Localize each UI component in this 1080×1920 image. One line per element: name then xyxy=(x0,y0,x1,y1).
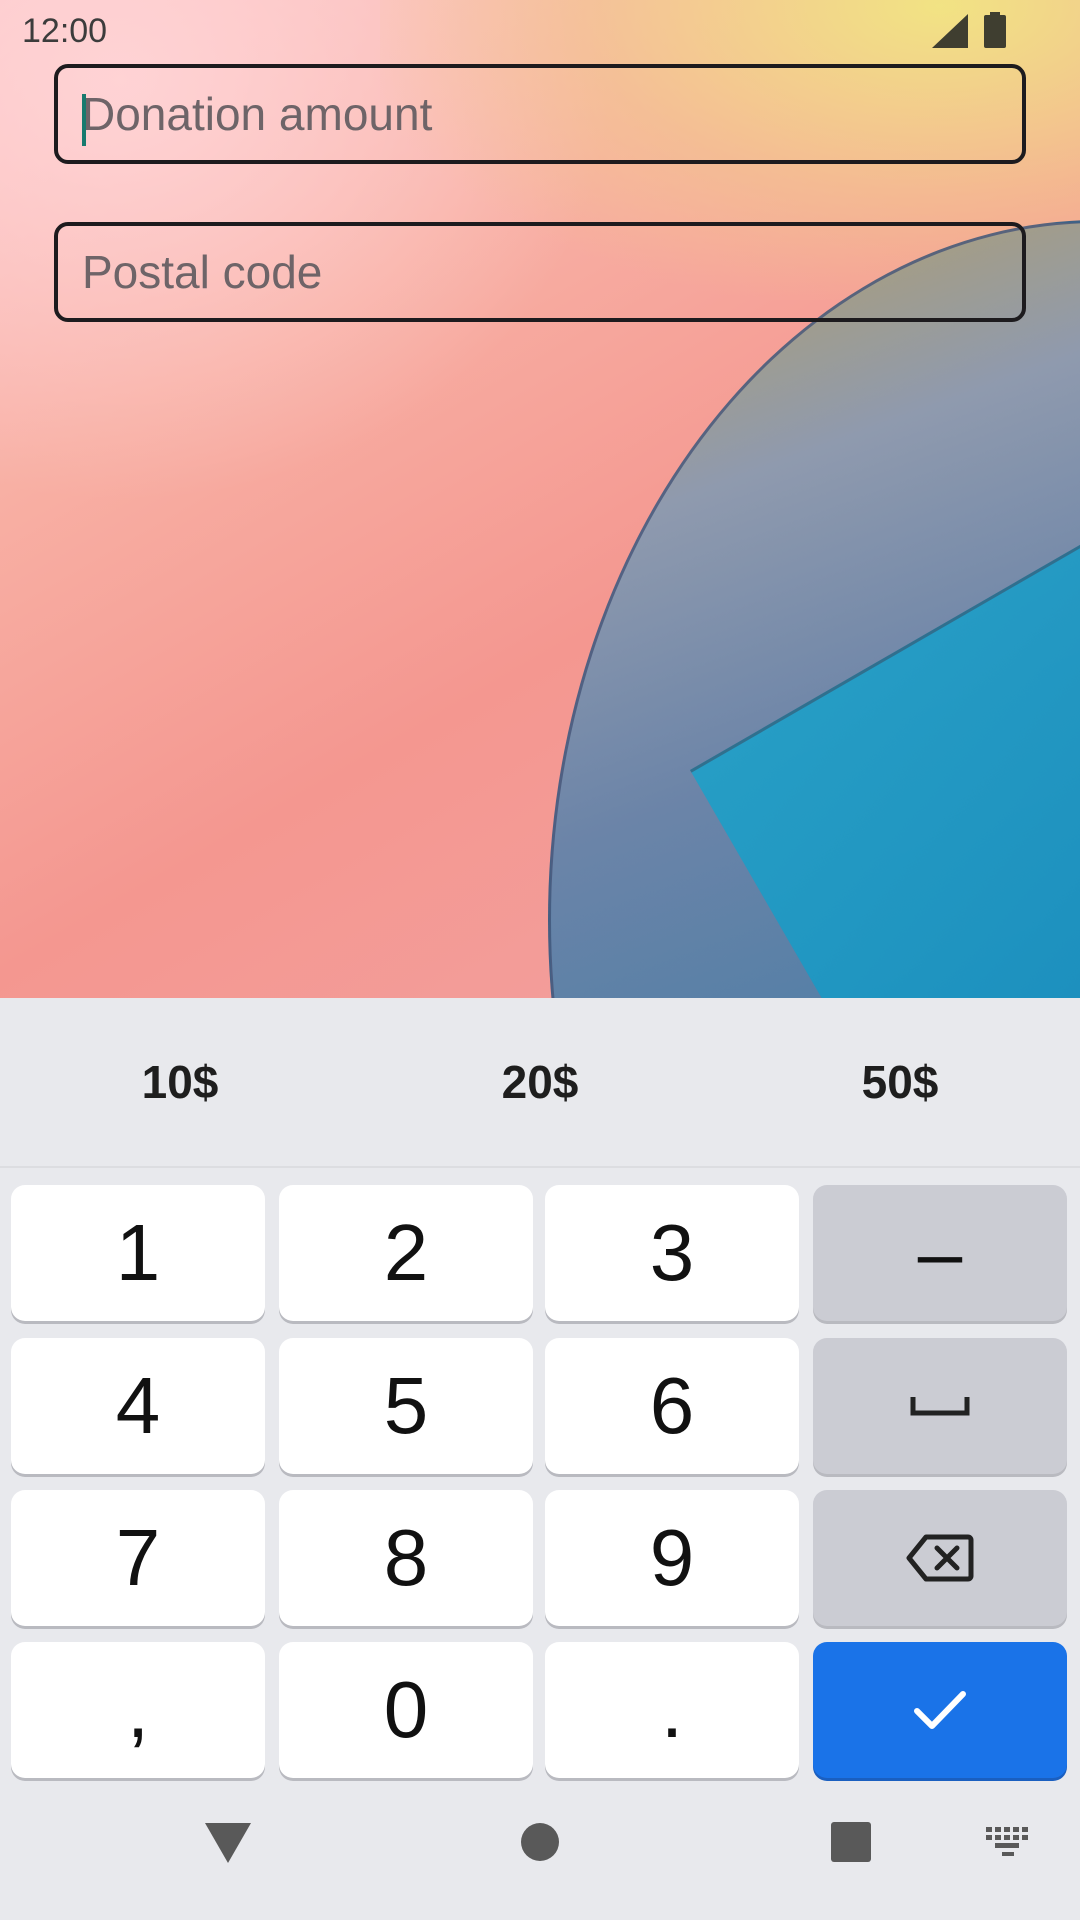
key-3[interactable]: 3 xyxy=(545,1185,799,1321)
status-bar: 12:00 xyxy=(0,0,1080,62)
key-1[interactable]: 1 xyxy=(11,1185,265,1321)
suggestion-20[interactable]: 20$ xyxy=(360,998,720,1166)
key-delete[interactable] xyxy=(813,1490,1067,1626)
key-2[interactable]: 2 xyxy=(279,1185,533,1321)
square-icon xyxy=(831,1822,871,1862)
key-6[interactable]: 6 xyxy=(545,1338,799,1474)
nav-keyboard-button[interactable] xyxy=(982,1820,1034,1864)
triangle-down-icon xyxy=(205,1823,251,1863)
key-minus[interactable]: – xyxy=(813,1185,1067,1321)
key-0[interactable]: 0 xyxy=(279,1642,533,1778)
postal-code-field[interactable] xyxy=(54,222,1026,322)
key-8[interactable]: 8 xyxy=(279,1490,533,1626)
suggestion-10[interactable]: 10$ xyxy=(0,998,360,1166)
cell-signal-icon xyxy=(932,14,968,48)
nav-back-button[interactable] xyxy=(196,1810,260,1874)
suggestion-50[interactable]: 50$ xyxy=(720,998,1080,1166)
circle-icon xyxy=(521,1823,559,1861)
key-4[interactable]: 4 xyxy=(11,1338,265,1474)
space-bar-icon xyxy=(910,1397,970,1416)
key-space[interactable] xyxy=(813,1338,1067,1474)
key-enter[interactable] xyxy=(813,1642,1067,1778)
key-5[interactable]: 5 xyxy=(279,1338,533,1474)
key-comma[interactable]: , xyxy=(11,1642,265,1778)
navigation-bar xyxy=(0,1790,1080,1920)
keyboard-icon xyxy=(986,1827,1028,1856)
numeric-keypad: 1 2 3 – 4 5 6 7 8 9 , 0 . xyxy=(0,1168,1080,1790)
nav-home-button[interactable] xyxy=(508,1810,572,1874)
battery-icon xyxy=(984,12,1006,48)
key-period[interactable]: . xyxy=(545,1642,799,1778)
postal-code-input[interactable] xyxy=(58,226,1022,318)
backspace-icon xyxy=(906,1534,974,1582)
key-9[interactable]: 9 xyxy=(545,1490,799,1626)
nav-recents-button[interactable] xyxy=(819,1810,883,1874)
check-icon xyxy=(914,1691,966,1729)
key-7[interactable]: 7 xyxy=(11,1490,265,1626)
status-time: 12:00 xyxy=(22,12,108,50)
suggestion-strip: 10$ 20$ 50$ xyxy=(0,998,1080,1168)
donation-amount-input[interactable] xyxy=(58,68,1022,160)
text-cursor xyxy=(82,94,86,146)
donation-amount-field[interactable] xyxy=(54,64,1026,164)
